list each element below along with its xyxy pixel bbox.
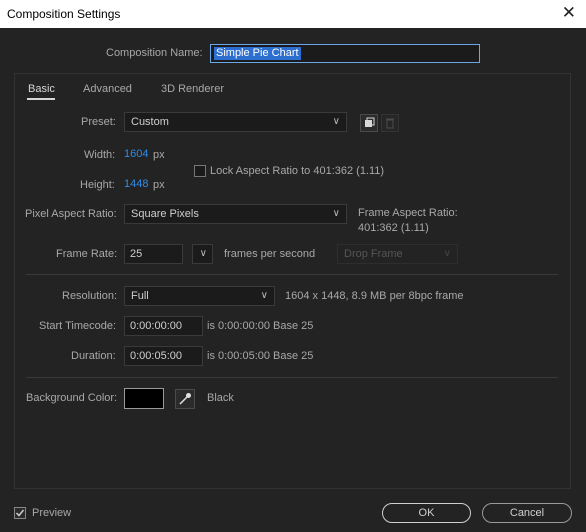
pixel-aspect-value: Square Pixels [131,208,199,220]
start-timecode-label: Start Timecode: [39,320,117,332]
frame-rate-unit: frames per second [224,248,316,260]
ok-button[interactable]: OK [382,503,471,523]
tab-3d-renderer[interactable]: 3D Renderer [161,83,224,95]
chevron-down-icon: ∨ [260,290,268,301]
chevron-down-icon: ∨ [443,248,451,259]
duration-info: is 0:00:05:00 Base 25 [207,350,314,362]
chevron-down-icon: ∨ [332,116,340,127]
duration-label: Duration: [71,350,116,362]
width-label: Width: [84,149,116,161]
title-bar: Composition Settings ✕ [0,0,586,28]
tab-advanced[interactable]: Advanced [83,83,132,95]
window-title: Composition Settings [7,7,121,21]
composition-name-label: Composition Name: [106,47,203,59]
composition-name-input[interactable]: Simple Pie Chart [210,44,480,63]
frame-rate-label: Frame Rate: [56,248,118,260]
active-tab-indicator [27,98,55,100]
duration-value: 0:00:05:00 [130,350,182,362]
settings-panel [14,73,571,489]
start-timecode-input[interactable]: 0:00:00:00 [124,316,203,336]
trash-icon[interactable] [381,114,399,132]
start-timecode-info: is 0:00:00:00 Base 25 [207,320,314,332]
eyedropper-icon[interactable] [175,389,195,409]
close-icon[interactable]: ✕ [562,3,576,23]
tab-basic[interactable]: Basic [28,83,55,95]
resolution-dropdown[interactable]: Full ∨ [124,286,275,306]
chevron-down-icon: ∨ [199,248,207,259]
preset-dropdown[interactable]: Custom ∨ [124,112,347,132]
background-color-swatch[interactable] [124,388,164,409]
width-value[interactable]: 1604 [124,148,148,160]
frame-aspect-value: 401:362 (1.11) [358,222,429,234]
preset-value: Custom [131,116,169,128]
height-unit: px [153,179,165,191]
resolution-info: 1604 x 1448, 8.9 MB per 8bpc frame [285,290,464,302]
duration-input[interactable]: 0:00:05:00 [124,346,203,366]
resolution-label: Resolution: [62,290,118,302]
save-preset-icon[interactable] [360,114,378,132]
frame-rate-dropdown[interactable]: ∨ [192,244,213,264]
check-icon [15,509,25,517]
drop-frame-dropdown: Drop Frame ∨ [337,244,458,264]
pixel-aspect-dropdown[interactable]: Square Pixels ∨ [124,204,347,224]
start-timecode-value: 0:00:00:00 [130,320,182,332]
width-unit: px [153,149,165,161]
frame-rate-input[interactable]: 25 [124,244,183,264]
height-label: Height: [80,179,115,191]
composition-name-value: Simple Pie Chart [214,47,301,60]
frame-rate-value: 25 [130,248,143,260]
pixel-aspect-label: Pixel Aspect Ratio: [25,208,117,220]
background-color-label: Background Color: [26,392,118,404]
background-color-name: Black [207,392,234,404]
cancel-button[interactable]: Cancel [482,503,572,523]
chevron-down-icon: ∨ [332,208,340,219]
divider [26,377,558,378]
frame-aspect-label: Frame Aspect Ratio: [358,207,458,219]
preview-label: Preview [32,507,72,519]
lock-aspect-label: Lock Aspect Ratio to 401:362 (1.11) [210,165,385,177]
resolution-value: Full [131,290,149,302]
lock-aspect-checkbox[interactable] [194,165,206,177]
height-value[interactable]: 1448 [124,178,148,190]
divider [26,274,558,275]
drop-frame-value: Drop Frame [344,248,403,260]
preview-checkbox[interactable] [14,507,26,519]
preset-label: Preset: [81,116,116,128]
